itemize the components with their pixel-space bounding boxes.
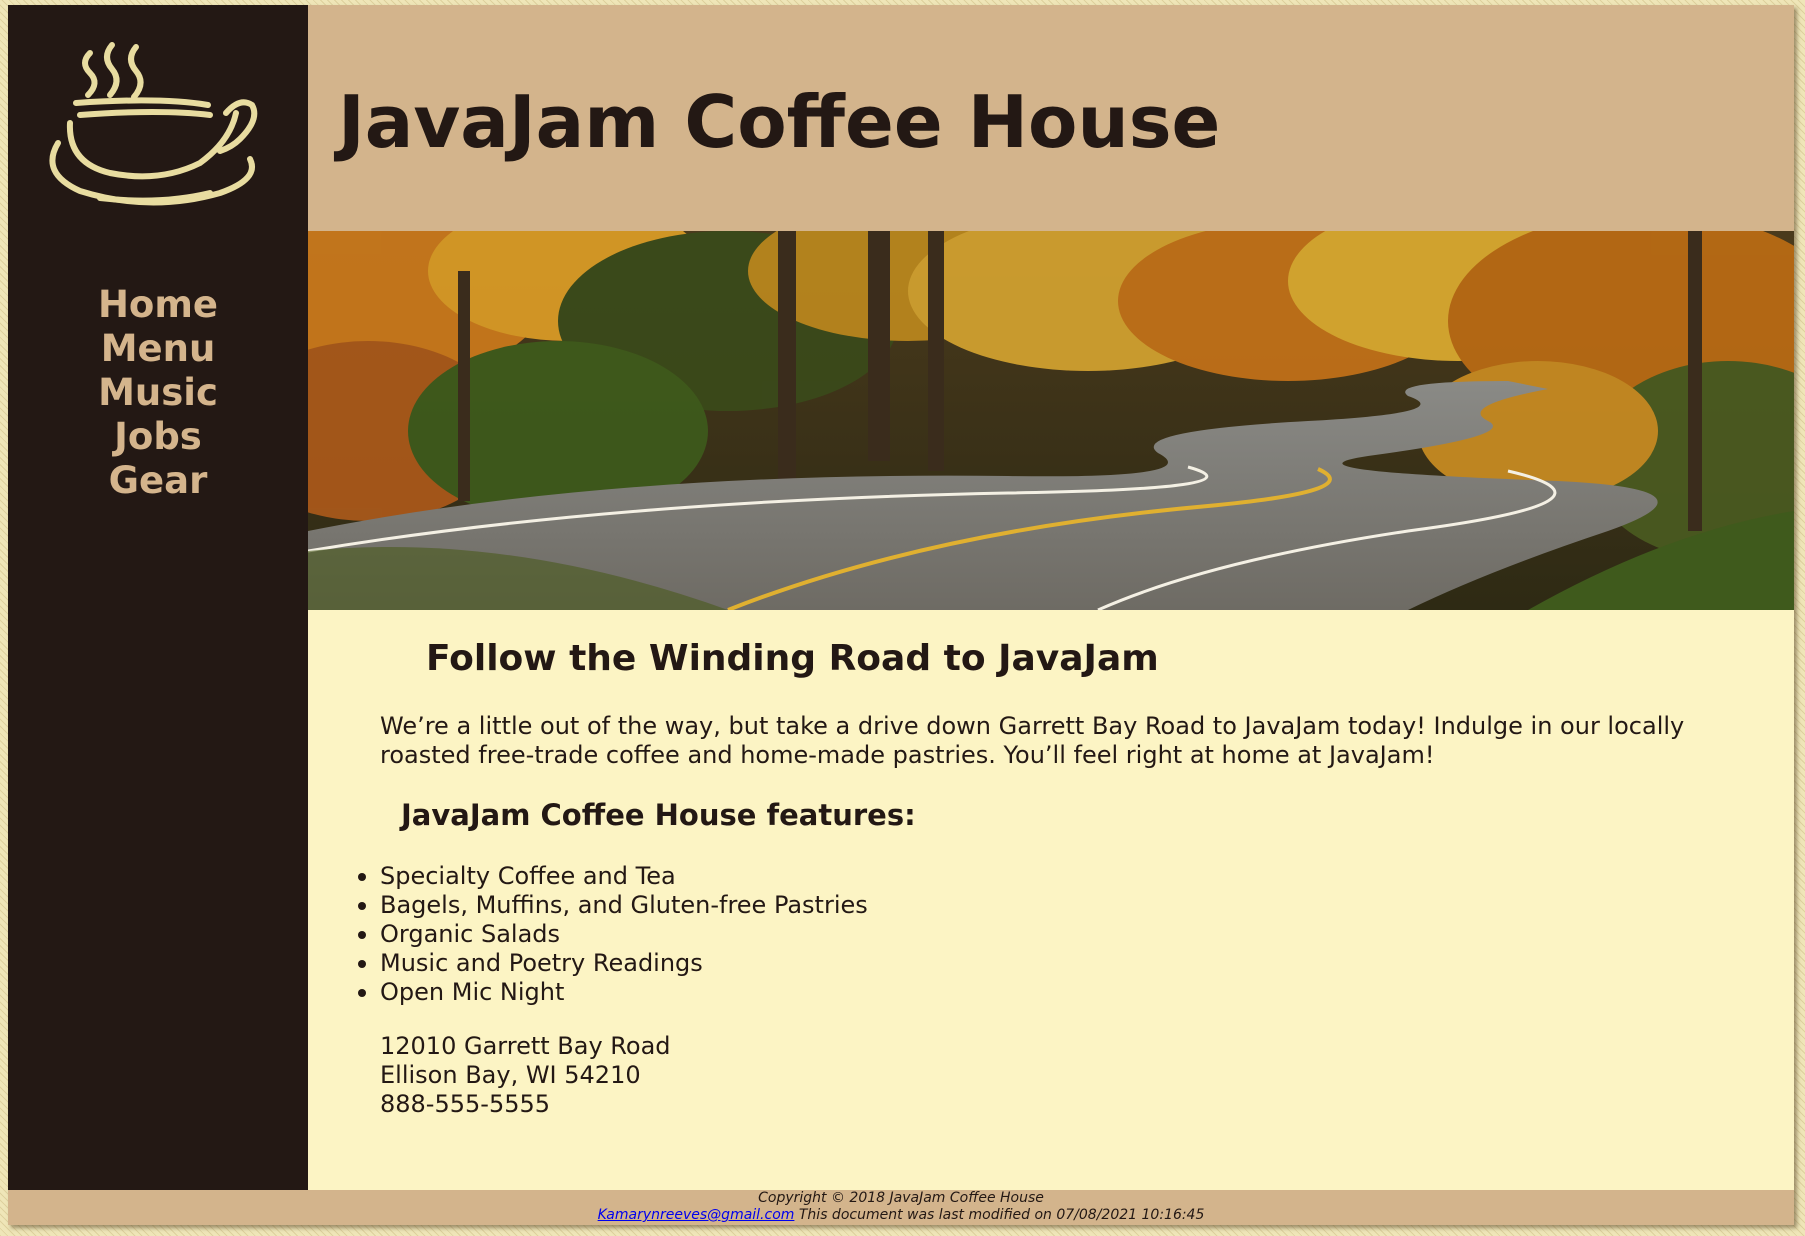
page-wrapper: Home Menu Music Jobs Gear JavaJam Coffee…	[8, 5, 1794, 1225]
nav-link-menu[interactable]: Menu	[8, 327, 308, 371]
list-item: Specialty Coffee and Tea	[358, 862, 868, 891]
copyright-text: Copyright © 2018 JavaJam Coffee House	[758, 1190, 1044, 1206]
address-street: 12010 Garrett Bay Road	[380, 1032, 671, 1060]
nav-link-music[interactable]: Music	[8, 371, 308, 415]
nav-link-home[interactable]: Home	[8, 283, 308, 327]
main-nav: Home Menu Music Jobs Gear	[8, 283, 308, 503]
bullet-icon	[358, 960, 366, 968]
features-list: Specialty Coffee and Tea Bagels, Muffins…	[358, 862, 868, 1007]
list-item: Open Mic Night	[358, 978, 868, 1007]
bullet-icon	[358, 931, 366, 939]
bullet-icon	[358, 873, 366, 881]
site-header: JavaJam Coffee House	[308, 5, 1794, 231]
phone-number: 888-555-5555	[380, 1090, 551, 1118]
list-item: Organic Salads	[358, 920, 868, 949]
site-title: JavaJam Coffee House	[338, 80, 1221, 164]
features-heading: JavaJam Coffee House features:	[401, 798, 916, 832]
intro-paragraph: We’re a little out of the way, but take …	[380, 712, 1685, 769]
address-block: 12010 Garrett Bay Road Ellison Bay, WI 5…	[380, 1032, 671, 1119]
page-heading: Follow the Winding Road to JavaJam	[426, 638, 1159, 679]
last-modified-text: This document was last modified on 07/08…	[798, 1207, 1205, 1223]
coffee-cup-icon	[40, 23, 280, 213]
hero-image	[308, 231, 1794, 610]
nav-link-jobs[interactable]: Jobs	[8, 415, 308, 459]
bullet-icon	[358, 902, 366, 910]
bullet-icon	[358, 989, 366, 997]
list-item: Music and Poetry Readings	[358, 949, 868, 978]
site-footer: Copyright © 2018 JavaJam Coffee House Ka…	[8, 1190, 1794, 1225]
nav-link-gear[interactable]: Gear	[8, 459, 308, 503]
email-link[interactable]: Kamarynreeves@gmail.com	[598, 1207, 795, 1223]
sidebar: Home Menu Music Jobs Gear	[8, 5, 308, 1190]
list-item: Bagels, Muffins, and Gluten-free Pastrie…	[358, 891, 868, 920]
main-content: Follow the Winding Road to JavaJam We’re…	[308, 610, 1794, 1190]
footer-meta: Kamarynreeves@gmail.com This document wa…	[8, 1207, 1794, 1224]
address-city: Ellison Bay, WI 54210	[380, 1061, 641, 1089]
